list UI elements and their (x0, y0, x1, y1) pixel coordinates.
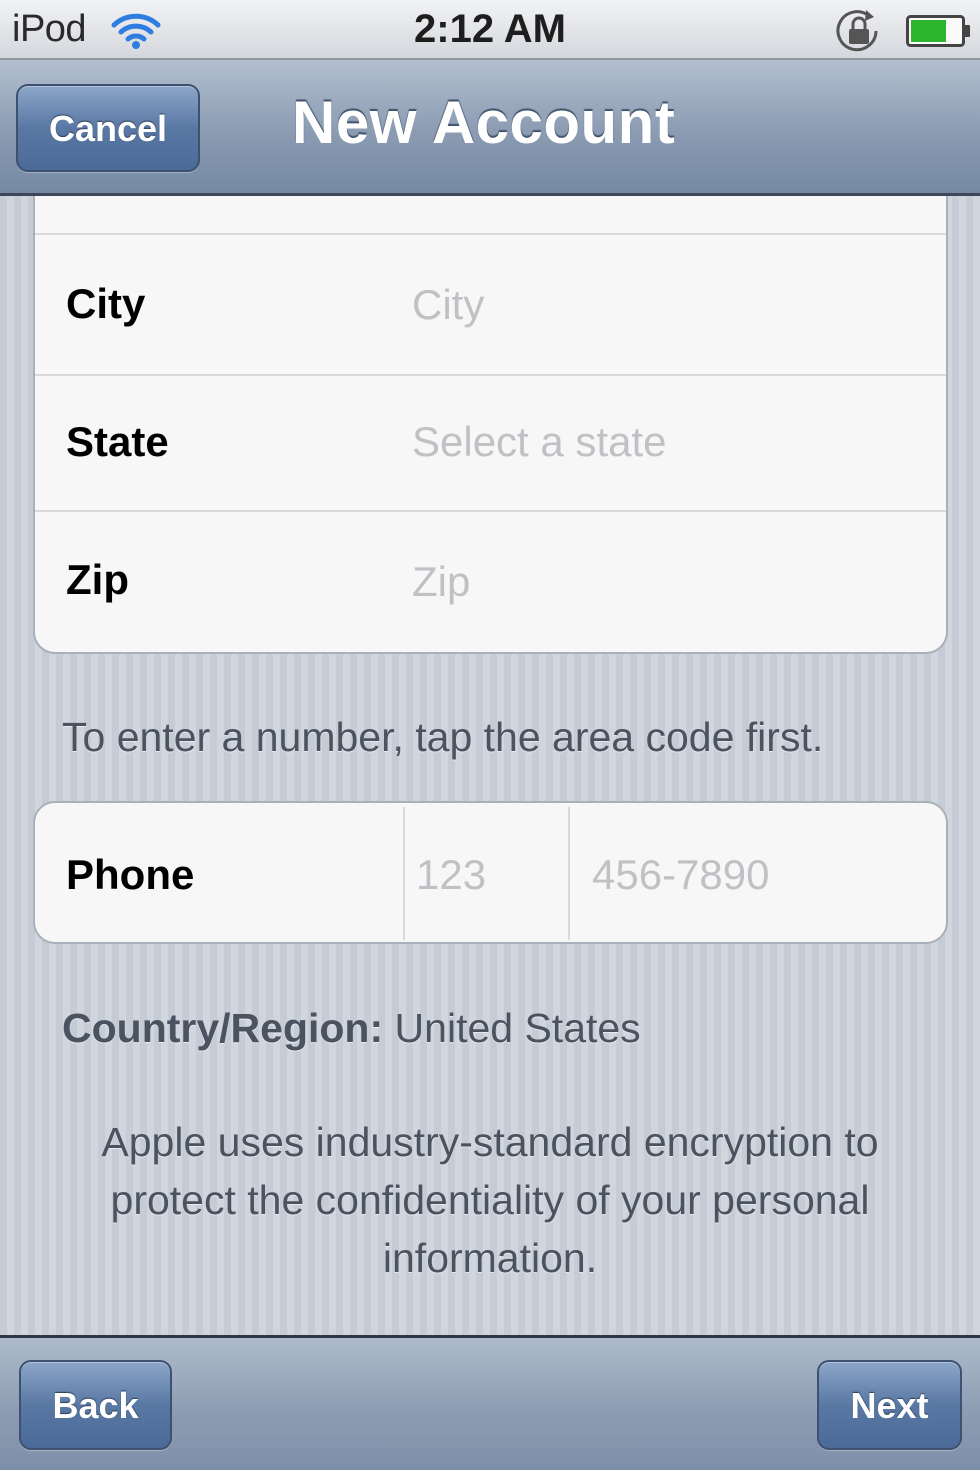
next-button[interactable]: Next (817, 1360, 962, 1450)
area-code-field[interactable] (416, 845, 566, 905)
zip-row[interactable]: Zip (35, 512, 946, 648)
privacy-note: Apple uses industry-standard encryption … (101, 1119, 879, 1281)
country-region[interactable]: Country/Region: United States (62, 1005, 641, 1052)
country-region-value: United States (394, 1005, 641, 1051)
city-label: City (66, 280, 146, 327)
zip-field[interactable] (412, 552, 912, 612)
state-row[interactable]: State Select a state (35, 376, 946, 510)
phone-hint: To enter a number, tap the area code fir… (62, 714, 824, 760)
state-select[interactable]: Select a state (412, 418, 666, 466)
city-row[interactable]: City (35, 235, 946, 374)
wifi-icon (110, 10, 162, 55)
state-label: State (66, 418, 169, 465)
country-region-label: Country/Region: (62, 1005, 384, 1051)
status-bar: iPod 2:12 AM (0, 0, 980, 60)
rotation-lock-icon (832, 6, 888, 61)
zip-label: Zip (66, 556, 129, 603)
address-form-group: City State Select a state Zip (33, 196, 948, 654)
phone-form-group: Phone (33, 801, 948, 944)
cancel-button[interactable]: Cancel (16, 84, 200, 172)
battery-icon (906, 14, 972, 53)
phone-number-field[interactable] (592, 845, 922, 905)
city-field[interactable] (412, 275, 912, 335)
phone-label: Phone (66, 851, 195, 898)
carrier-name: iPod (12, 8, 87, 50)
page-title: New Account (292, 89, 676, 156)
back-button[interactable]: Back (19, 1360, 172, 1450)
phone-separator (568, 807, 570, 940)
phone-separator (403, 807, 405, 940)
